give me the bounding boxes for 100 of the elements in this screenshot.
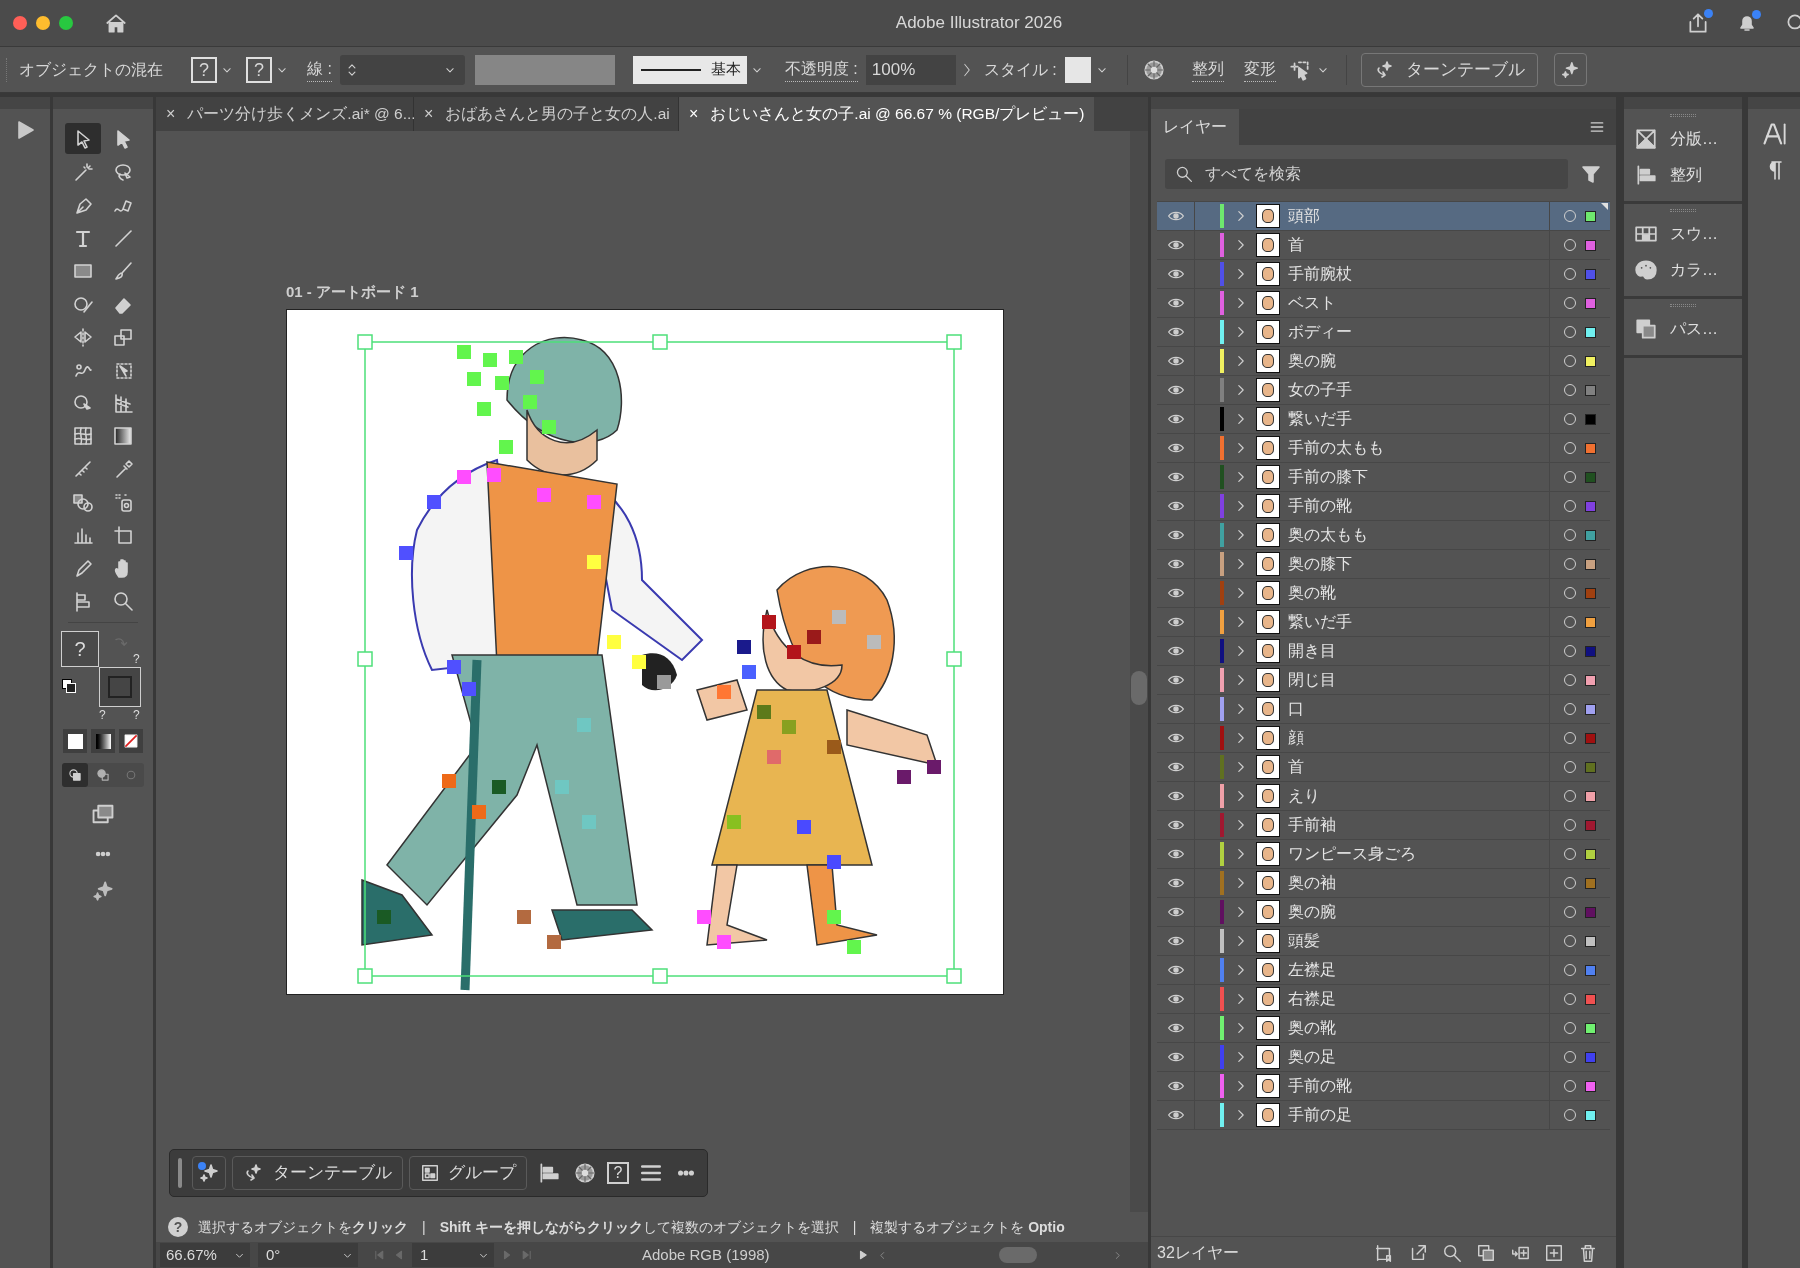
layer-row[interactable]: 口 [1157,695,1610,724]
layer-selection-square[interactable] [1585,1080,1596,1092]
layer-row[interactable]: 手前腕杖 [1157,260,1610,289]
layer-selection-square[interactable] [1585,703,1596,715]
scroll-thumb[interactable] [998,1247,1037,1263]
tab-close-button[interactable]: × [689,102,699,126]
layer-selection-square[interactable] [1585,935,1596,947]
draw-normal-button[interactable] [62,763,88,787]
layer-row[interactable]: えり [1157,782,1610,811]
generative-button[interactable] [192,1156,226,1190]
layer-row[interactable]: 手前の靴 [1157,492,1610,521]
canvas[interactable]: 01 - アートボード 1 ターンテーブル グループ ? [156,131,1148,1212]
layer-row[interactable]: 奥の膝下 [1157,550,1610,579]
transform-link[interactable]: 変形 [1243,57,1276,82]
layer-selection-square[interactable] [1585,848,1596,860]
layer-thumbnail [1256,1045,1280,1069]
turntable-button[interactable]: ターンテーブル [232,1156,403,1190]
layers-tab[interactable]: レイヤー [1151,109,1239,145]
layer-row[interactable]: ボディー [1157,318,1610,347]
panel-button[interactable]: カラ… [1624,252,1742,288]
rotation-dropdown[interactable]: 0° [258,1243,358,1267]
layer-row[interactable]: 頭髪 [1157,927,1610,956]
layer-row[interactable]: 手前の靴 [1157,1072,1610,1101]
search-field[interactable]: すべてを検索 [1165,159,1568,189]
layer-selection-square[interactable] [1585,326,1596,338]
layer-row[interactable]: 奥の袖 [1157,869,1610,898]
layer-selection-square[interactable] [1585,1109,1596,1121]
close-window-button[interactable] [13,16,27,30]
fill-swatch-dropdown[interactable]: ? [189,54,236,85]
layer-row[interactable]: 頭部 [1157,202,1610,231]
layer-row[interactable]: 首 [1157,753,1610,782]
layer-selection-square[interactable] [1585,616,1596,628]
tab-close-button[interactable]: × [166,102,176,126]
turntable-button[interactable]: ターンテーブル [1360,52,1538,87]
layer-row[interactable]: 左襟足 [1157,956,1610,985]
fill-swatch[interactable]: ? [61,631,99,667]
layer-row[interactable]: 女の子手 [1157,376,1610,405]
layer-selection-square[interactable] [1585,558,1596,570]
stroke-weight-field[interactable] [339,54,465,85]
layer-thumbnail [1256,639,1280,663]
group-button[interactable]: グループ [409,1156,527,1190]
tab-title: おじいさんと女の子.ai @ 66.67 % (RGB/プレビュー) [710,104,1085,125]
layer-row[interactable]: 奥の足 [1157,1043,1610,1072]
layer-row[interactable]: 奥の靴 [1157,1014,1610,1043]
layer-row[interactable]: ベスト [1157,289,1610,318]
minimize-window-button[interactable] [36,16,50,30]
layer-selection-square[interactable] [1585,442,1596,454]
zoom-window-button[interactable] [59,16,73,30]
layer-selection-square[interactable] [1585,790,1596,802]
panel-button[interactable]: スウ… [1624,216,1742,252]
layer-selection-square[interactable] [1585,355,1596,367]
layer-row[interactable]: 開き目 [1157,637,1610,666]
layer-row[interactable]: 奥の靴 [1157,579,1610,608]
graphic-style-dropdown[interactable] [1064,54,1109,85]
layer-row[interactable]: 奥の腕 [1157,347,1610,376]
panel-button[interactable]: 整列 [1624,157,1742,193]
drag-handle[interactable] [178,1158,182,1188]
layer-row[interactable]: 奥の太もも [1157,521,1610,550]
layer-row[interactable]: 手前袖 [1157,811,1610,840]
tool-button[interactable] [65,123,101,154]
document-tab[interactable]: × おばあさんと男の子と女の人.ai [414,97,679,131]
filter-icon [1580,163,1602,185]
layer-row[interactable]: 手前の膝下 [1157,463,1610,492]
pathfinder-icon [1634,317,1658,341]
none-button[interactable] [119,729,143,753]
gradient-button[interactable] [91,729,115,753]
opacity-field[interactable]: 100% [865,54,956,85]
opacity-label[interactable]: 不透明度 : [784,57,858,82]
layer-row[interactable]: 右襟足 [1157,985,1610,1014]
vertical-scrollbar[interactable] [1130,131,1148,1212]
layer-row[interactable]: 繋いだ手 [1157,608,1610,637]
color-button[interactable] [63,729,87,753]
tab-close-button[interactable]: × [424,102,434,126]
default-colors-icon[interactable] [62,679,76,693]
generative-button[interactable] [1553,53,1587,86]
stroke-swatch[interactable] [99,667,141,707]
layer-name: 繋いだ手 [1288,612,1353,633]
zoom-level-dropdown[interactable]: 66.67% [160,1243,250,1267]
stroke-swatch-dropdown[interactable]: ? [244,54,291,85]
layer-row[interactable]: 手前の足 [1157,1101,1610,1130]
panel-button[interactable]: 分版… [1624,121,1742,157]
stroke-label[interactable]: 線 : [307,57,332,82]
layer-row[interactable]: 首 [1157,231,1610,260]
layer-selection-square[interactable] [1585,210,1596,222]
artboard-number-dropdown[interactable]: 1 [412,1243,494,1267]
layer-row[interactable]: 手前の太もも [1157,434,1610,463]
align-link[interactable]: 整列 [1191,57,1224,82]
layer-selection-square[interactable] [1585,1022,1596,1034]
help-button[interactable]: ? [607,1162,629,1184]
brush-profile-dropdown[interactable]: 基本 [632,55,767,84]
scroll-thumb[interactable] [1131,671,1147,705]
layer-row[interactable]: 繋いだ手 [1157,405,1610,434]
layer-row[interactable]: 閉じ目 [1157,666,1610,695]
layer-row[interactable]: ワンピース身ごろ [1157,840,1610,869]
layer-selection-square[interactable] [1585,674,1596,686]
document-tab[interactable]: × おじいさんと女の子.ai @ 66.67 % (RGB/プレビュー) [679,97,1094,131]
layer-row[interactable]: 奥の腕 [1157,898,1610,927]
panel-button[interactable]: パス… [1624,311,1742,347]
layer-row[interactable]: 顔 [1157,724,1610,753]
layer-name: 女の子手 [1288,380,1353,401]
